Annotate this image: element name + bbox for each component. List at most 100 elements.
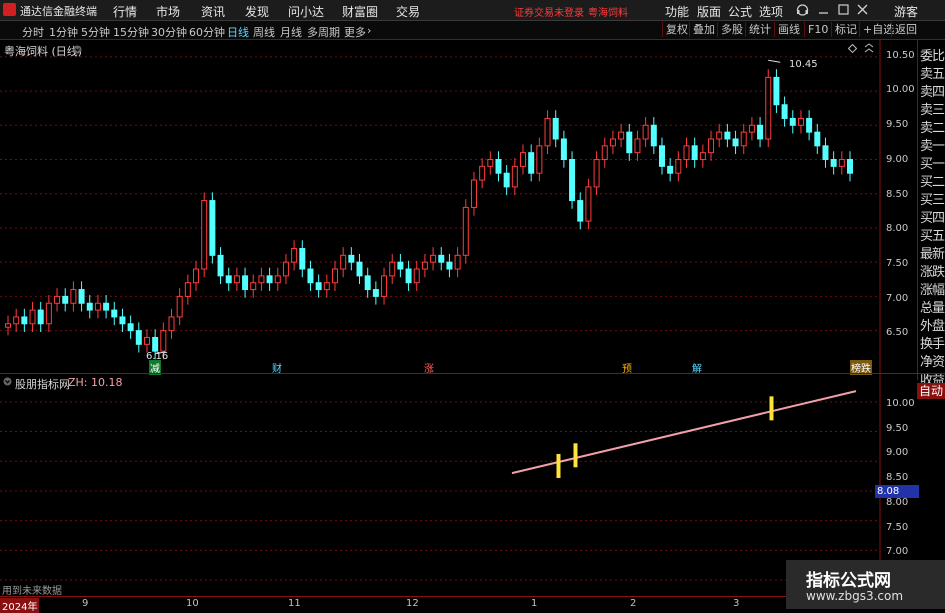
candle-body[interactable]	[626, 131, 633, 154]
candle-body[interactable]	[511, 165, 518, 188]
candle-body[interactable]	[70, 289, 77, 304]
candle-body[interactable]	[397, 261, 404, 270]
menu-quotes[interactable]: 行情	[113, 3, 137, 20]
candle-body[interactable]	[323, 282, 330, 291]
candlestick-chart[interactable]	[0, 40, 917, 373]
menu-news[interactable]: 资讯	[201, 3, 225, 20]
candle-body[interactable]	[544, 117, 551, 147]
candle-body[interactable]	[127, 323, 134, 332]
candle-body[interactable]	[201, 200, 208, 270]
candle-body[interactable]	[781, 104, 788, 119]
candle-body[interactable]	[5, 323, 11, 328]
candle-body[interactable]	[331, 268, 338, 284]
candle-body[interactable]	[446, 261, 453, 270]
candle-body[interactable]	[650, 124, 657, 147]
period-weekly[interactable]: 周线	[253, 24, 275, 40]
candle-body[interactable]	[413, 268, 420, 284]
candle-body[interactable]	[381, 275, 388, 297]
candle-body[interactable]	[814, 131, 821, 147]
back-button[interactable]: 返回	[891, 22, 917, 37]
candle-body[interactable]	[847, 159, 853, 174]
candle-body[interactable]	[789, 117, 796, 126]
candle-body[interactable]	[184, 282, 191, 297]
candle-body[interactable]	[667, 165, 674, 174]
candle-body[interactable]	[94, 302, 101, 311]
candle-body[interactable]	[242, 275, 249, 291]
diamond-icon[interactable]	[848, 44, 857, 53]
candle-body[interactable]	[806, 117, 813, 133]
candle-body[interactable]	[470, 179, 477, 208]
candle-body[interactable]	[405, 268, 412, 284]
candle-body[interactable]	[209, 200, 216, 256]
side-item-bid5[interactable]: 买五	[920, 225, 945, 244]
side-item-bid2[interactable]: 买二	[920, 171, 945, 190]
headset-icon[interactable]	[796, 3, 809, 16]
candle-body[interactable]	[421, 261, 428, 270]
mark-button[interactable]: 标记	[831, 22, 857, 37]
candle-body[interactable]	[503, 172, 510, 188]
overlay-button[interactable]: 叠加	[689, 22, 715, 37]
user-guest[interactable]: 游客	[894, 3, 918, 20]
candle-body[interactable]	[552, 117, 559, 140]
indicator-chart[interactable]	[0, 374, 917, 596]
f10-button[interactable]: F10	[804, 22, 828, 37]
candle-body[interactable]	[683, 145, 690, 161]
period-intraday[interactable]: 分时	[22, 24, 44, 40]
side-item-volume[interactable]: 总量	[920, 297, 945, 316]
candle-body[interactable]	[37, 309, 44, 325]
candle-body[interactable]	[479, 165, 486, 181]
signal-marker[interactable]	[769, 396, 774, 421]
side-item-ask2[interactable]: 卖二	[920, 117, 945, 136]
candle-body[interactable]	[438, 254, 445, 263]
candle-body[interactable]	[430, 254, 437, 263]
maximize-icon[interactable]	[838, 3, 849, 15]
candle-body[interactable]	[577, 200, 584, 222]
candle-body[interactable]	[340, 254, 347, 270]
candle-body[interactable]	[356, 261, 363, 277]
candle-body[interactable]	[266, 275, 273, 284]
candle-body[interactable]	[62, 295, 69, 304]
expand-icon[interactable]	[864, 43, 874, 53]
auto-button[interactable]: 自动	[917, 383, 945, 399]
candle-body[interactable]	[103, 302, 110, 311]
candle-body[interactable]	[773, 76, 780, 106]
period-15min[interactable]: 15分钟	[113, 24, 149, 40]
candle-body[interactable]	[86, 302, 93, 311]
candle-body[interactable]	[119, 316, 126, 325]
candle-body[interactable]	[348, 254, 355, 263]
side-item-ask5[interactable]: 卖五	[920, 63, 945, 82]
period-5min[interactable]: 5分钟	[81, 24, 110, 40]
period-monthly[interactable]: 月线	[280, 24, 302, 40]
add-watchlist-button[interactable]: +自选	[859, 22, 894, 37]
candle-body[interactable]	[724, 131, 731, 140]
candle-body[interactable]	[748, 124, 755, 133]
period-30min[interactable]: 30分钟	[151, 24, 187, 40]
candle-body[interactable]	[372, 289, 379, 297]
candle-body[interactable]	[299, 247, 306, 270]
side-item-change[interactable]: 涨跌	[920, 261, 945, 280]
side-item-ask3[interactable]: 卖三	[920, 99, 945, 118]
draw-line-button[interactable]: 画线	[774, 22, 800, 37]
side-item-ask1[interactable]: 卖一	[920, 135, 945, 154]
candle-body[interactable]	[528, 152, 535, 174]
candle-body[interactable]	[307, 268, 314, 284]
candle-body[interactable]	[45, 302, 52, 325]
candle-body[interactable]	[536, 145, 543, 174]
candle-body[interactable]	[225, 275, 232, 284]
candle-body[interactable]	[160, 330, 167, 352]
candle-body[interactable]	[691, 145, 698, 161]
candle-body[interactable]	[601, 145, 608, 161]
candle-body[interactable]	[364, 275, 371, 291]
candle-body[interactable]	[708, 138, 715, 154]
candle-body[interactable]	[135, 330, 142, 345]
candle-body[interactable]	[217, 254, 224, 277]
period-1min[interactable]: 1分钟	[49, 24, 78, 40]
candle-body[interactable]	[732, 138, 739, 147]
candle-body[interactable]	[315, 282, 322, 291]
menu-formula[interactable]: 公式	[728, 3, 752, 20]
period-more[interactable]: 更多	[344, 24, 366, 40]
candle-body[interactable]	[462, 206, 469, 256]
candle-body[interactable]	[830, 159, 837, 167]
menu-market[interactable]: 市场	[156, 3, 180, 20]
signal-marker[interactable]	[556, 453, 561, 478]
